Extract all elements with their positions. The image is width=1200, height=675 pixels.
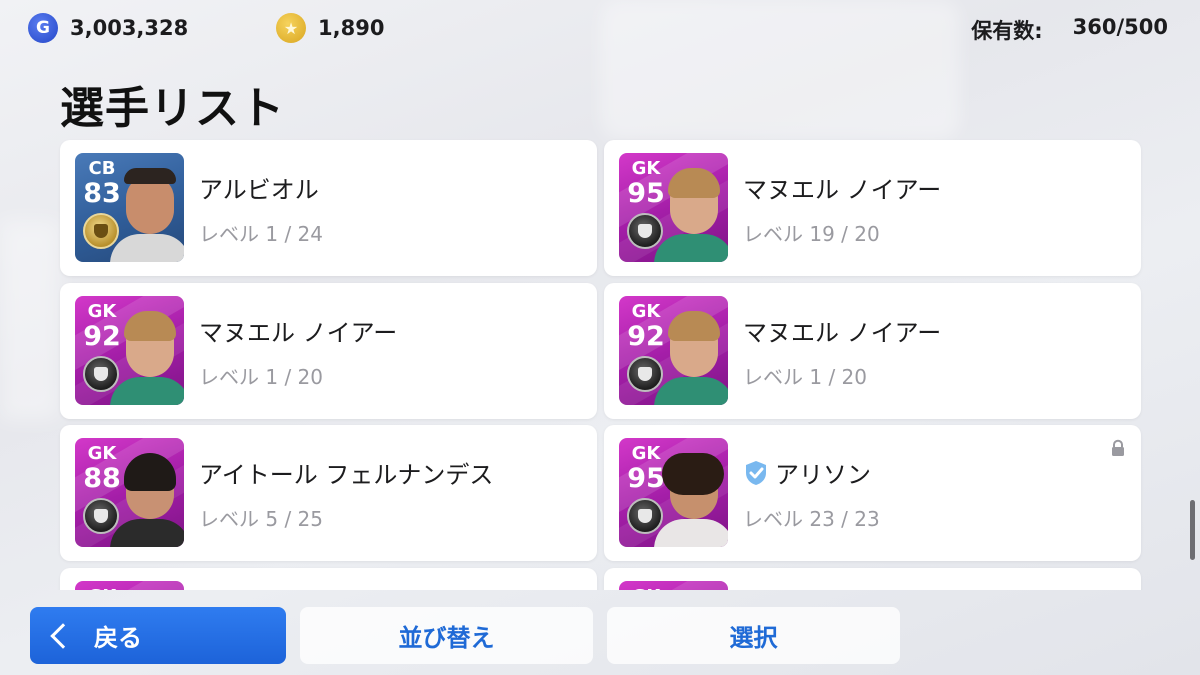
sort-button-label: 並び替え [398,624,495,652]
position-label: GK [83,587,121,591]
coin-icon: ★ [276,13,306,43]
owned-label: 保有数: [971,19,1043,43]
back-button[interactable]: 戻る [30,607,286,664]
position-label: CB [88,158,116,179]
select-button-label: 選択 [729,624,778,652]
player-name: マヌエル ノイアー [743,176,942,204]
player-name: マヌエル ノイアー [743,319,942,347]
player-level: レベル 1 / 24 [199,222,323,246]
rating-label: 83 [83,178,121,209]
card-type-badge-icon [83,498,119,534]
player-level: レベル 5 / 25 [199,507,323,531]
player-level: レベル 23 / 23 [743,507,880,531]
card-type-badge-icon [627,213,663,249]
player-level: レベル 1 / 20 [199,365,323,389]
player-name: マヌエル ノイアー [199,319,398,347]
player-thumbnail: GK [75,581,184,590]
card-type-badge-icon [83,213,119,249]
shield-check-icon [746,460,766,485]
rating-label: 88 [83,463,121,494]
gp-value: 3,003,328 [70,16,189,40]
back-button-label: 戻る [94,624,142,652]
player-card[interactable]: GK 88 アイトール フェルナンデス レベル 5 / 25 [60,425,597,561]
player-thumbnail: GK [619,581,728,590]
rating-label: 92 [83,321,121,352]
coin-value: 1,890 [318,16,385,40]
player-thumbnail: GK 88 [75,438,184,547]
position-label: GK [627,587,665,591]
player-portrait [110,447,184,547]
player-level: レベル 1 / 20 [743,365,867,389]
rating-label: 92 [627,321,665,352]
player-name: アイトール フェルナンデス [199,461,494,489]
top-bar: G 3,003,328 ★ 1,890 保有数: 360/500 [0,0,1200,56]
player-level: レベル 19 / 20 [743,222,880,246]
player-card[interactable]: CB 83 アルビオル レベル 1 / 24 [60,140,597,276]
lock-icon [1112,439,1124,456]
player-card[interactable]: GK 95 アリソン レベル 23 / 23 [604,425,1141,561]
player-name-row: アリソン [743,455,871,490]
player-card[interactable]: GK [60,568,597,590]
gp-currency: G 3,003,328 [28,12,188,44]
position-label: GK [631,443,661,464]
scrollbar[interactable] [1190,500,1195,560]
player-thumbnail: CB 83 [75,153,184,262]
player-portrait [110,162,184,262]
player-name: アリソン [775,461,871,489]
player-thumbnail: GK 92 [75,296,184,405]
player-portrait [654,305,728,405]
player-thumbnail: GK 95 [619,153,728,262]
player-card[interactable]: GK [604,568,1141,590]
position-label: GK [87,301,117,322]
owned-count: 保有数: 360/500 [971,15,1168,45]
player-thumbnail: GK 95 [619,438,728,547]
card-type-badge-icon [627,498,663,534]
player-card[interactable]: GK 92 マヌエル ノイアー レベル 1 / 20 [604,283,1141,419]
page-title: 選手リスト [60,83,285,134]
sort-button[interactable]: 並び替え [300,607,593,664]
player-portrait [110,305,184,405]
position-label: GK [87,443,117,464]
owned-value: 360/500 [1072,15,1168,39]
player-thumbnail: GK 92 [619,296,728,405]
position-label: GK [631,158,661,179]
chevron-left-icon [50,622,76,649]
player-name: アルビオル [199,176,319,204]
card-type-badge-icon [83,356,119,392]
player-portrait [654,162,728,262]
card-type-badge-icon [627,356,663,392]
gp-icon: G [28,13,58,43]
position-label: GK [631,301,661,322]
player-card[interactable]: GK 95 マヌエル ノイアー レベル 19 / 20 [604,140,1141,276]
coin-currency: ★ 1,890 [276,12,384,44]
player-list[interactable]: CB 83 アルビオル レベル 1 / 24 GK 95 マヌエル ノイアー レ… [0,135,1200,590]
select-button[interactable]: 選択 [607,607,900,664]
player-card[interactable]: GK 92 マヌエル ノイアー レベル 1 / 20 [60,283,597,419]
rating-label: 95 [627,178,665,209]
rating-label: 95 [627,463,665,494]
player-portrait [654,447,728,547]
